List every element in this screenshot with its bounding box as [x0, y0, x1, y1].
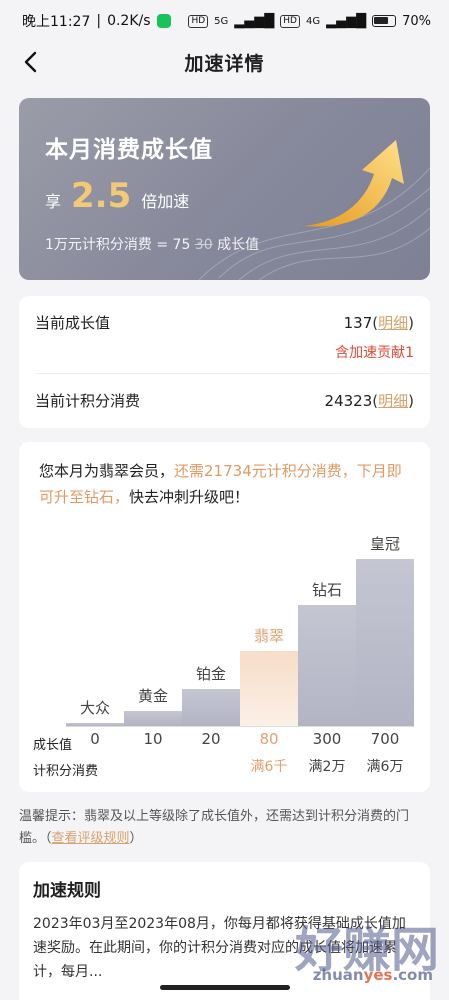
- status-time: 晚上11:27: [22, 14, 91, 30]
- paren-close: ): [408, 314, 414, 332]
- growth-threshold: 20: [201, 730, 221, 748]
- status-bar: 晚上11:27 | 0.2K/s HD 5G ▂▄▆█ HD 4G ▂▄▆█ 7…: [0, 0, 449, 42]
- tip-part1: 您本月为翡翠会员，: [39, 462, 175, 480]
- growth-threshold: 80: [259, 730, 279, 748]
- status-divider: |: [96, 13, 102, 29]
- nav-bar: 加速详情: [0, 42, 449, 82]
- battery-icon: [372, 15, 397, 27]
- growth-threshold: 700: [370, 730, 400, 748]
- paren-close-2: ): [408, 392, 414, 410]
- signal-4g-icon: 4G: [305, 15, 321, 27]
- divider: [35, 373, 430, 374]
- growth-threshold: 300: [312, 730, 342, 748]
- wm-site-b: yes: [363, 966, 393, 984]
- acceleration-line: 享 2.5 倍加速: [45, 176, 189, 216]
- growth-label: 当前成长值: [35, 314, 111, 332]
- level-label: 铂金: [195, 665, 226, 683]
- wm-site-a: zhuan: [312, 966, 364, 984]
- wechat-icon: [156, 14, 171, 28]
- growth-hero-card: 本月消费成长值 享 2.5 倍加速 1万元计积分消费 = 75 30 成长值: [19, 98, 430, 280]
- spend-threshold: 满6万: [366, 759, 404, 775]
- membership-chart-card: 您本月为翡翠会员，还需21734元计积分消费，下月即可升至钻石，快去冲刺升级吧！…: [19, 442, 430, 792]
- watermark-logo: 好赚网 zhuanyes.com: [219, 910, 439, 990]
- level-label: 皇冠: [369, 535, 400, 553]
- growth-row-label: 成长值: [33, 738, 73, 753]
- accel-prefix: 享: [45, 192, 62, 211]
- chart-baseline: [66, 726, 414, 727]
- level-bar-5: [356, 559, 414, 726]
- level-bar-0: [66, 723, 124, 726]
- warm-notice: 温馨提示：翡翠及以上等级除了成长值外，还需达到计积分消费的门槛。（查看评级规则）: [19, 806, 430, 850]
- growth-value: 137: [343, 314, 373, 332]
- rule-suffix: 成长值: [217, 237, 260, 253]
- accel-value: 2.5: [71, 176, 132, 216]
- hd-icon: HD: [188, 14, 209, 28]
- growth-threshold: 10: [143, 730, 163, 748]
- watermark-site: zhuanyes.com: [313, 966, 433, 984]
- rule-prefix: 1万元计积分消费 = 75: [45, 237, 191, 253]
- level-label: 大众: [79, 699, 110, 717]
- chevron-left-icon: [24, 51, 37, 73]
- tip-part2: 快去冲刺升级吧！: [129, 488, 250, 506]
- level-bar-3: [240, 651, 298, 726]
- spend-value-group: 24323(明细): [325, 390, 414, 411]
- hero-title: 本月消费成长值: [45, 137, 213, 163]
- spend-value: 24323: [324, 392, 373, 410]
- hd-icon-2: HD: [280, 14, 300, 28]
- conversion-rule: 1万元计积分消费 = 75 30 成长值: [45, 234, 259, 254]
- signal-bars-icon-2: ▂▄▆█: [326, 13, 367, 29]
- home-indicator[interactable]: [160, 985, 290, 990]
- level-label: 黄金: [137, 687, 168, 705]
- rules-title: 加速规则: [33, 881, 101, 901]
- accel-suffix: 倍加速: [141, 192, 190, 211]
- level-bar-1: [124, 711, 182, 726]
- upgrade-tip: 您本月为翡翠会员，还需21734元计积分消费，下月即可升至钻石，快去冲刺升级吧！: [39, 458, 414, 510]
- growth-value-group: 137(明细): [344, 312, 414, 333]
- growth-threshold: 0: [90, 730, 100, 748]
- up-arrow-icon: [304, 140, 404, 227]
- view-rules-link[interactable]: 查看评级规则: [52, 831, 130, 846]
- spend-threshold: 满2万: [308, 759, 346, 775]
- level-label: 翡翠: [253, 627, 284, 645]
- level-bar-2: [182, 689, 240, 726]
- signal-5g-icon: 5G: [214, 15, 229, 27]
- notice-close: ）: [129, 831, 143, 846]
- stats-card: 当前成长值 137(明细) 含加速贡献1 当前计积分消费 24323(明细): [19, 296, 430, 428]
- spend-detail-link[interactable]: 明细: [378, 392, 408, 410]
- wm-site-c: .com: [392, 966, 433, 984]
- spend-label: 当前计积分消费: [35, 392, 141, 410]
- spend-row-label: 计积分消费: [33, 764, 99, 779]
- level-bar-4: [298, 605, 356, 726]
- growth-detail-link[interactable]: 明细: [378, 314, 408, 332]
- battery-percent: 70%: [402, 13, 431, 29]
- page-title: 加速详情: [184, 52, 265, 75]
- level-label: 钻石: [311, 581, 342, 599]
- status-speed: 0.2K/s: [107, 13, 151, 29]
- accel-contribution: 含加速贡献1: [335, 345, 414, 361]
- signal-bars-icon: ▂▄▆█: [234, 13, 275, 29]
- back-button[interactable]: [16, 48, 44, 76]
- spend-threshold: 满6千: [250, 759, 288, 775]
- rule-old-value: 30: [194, 237, 213, 253]
